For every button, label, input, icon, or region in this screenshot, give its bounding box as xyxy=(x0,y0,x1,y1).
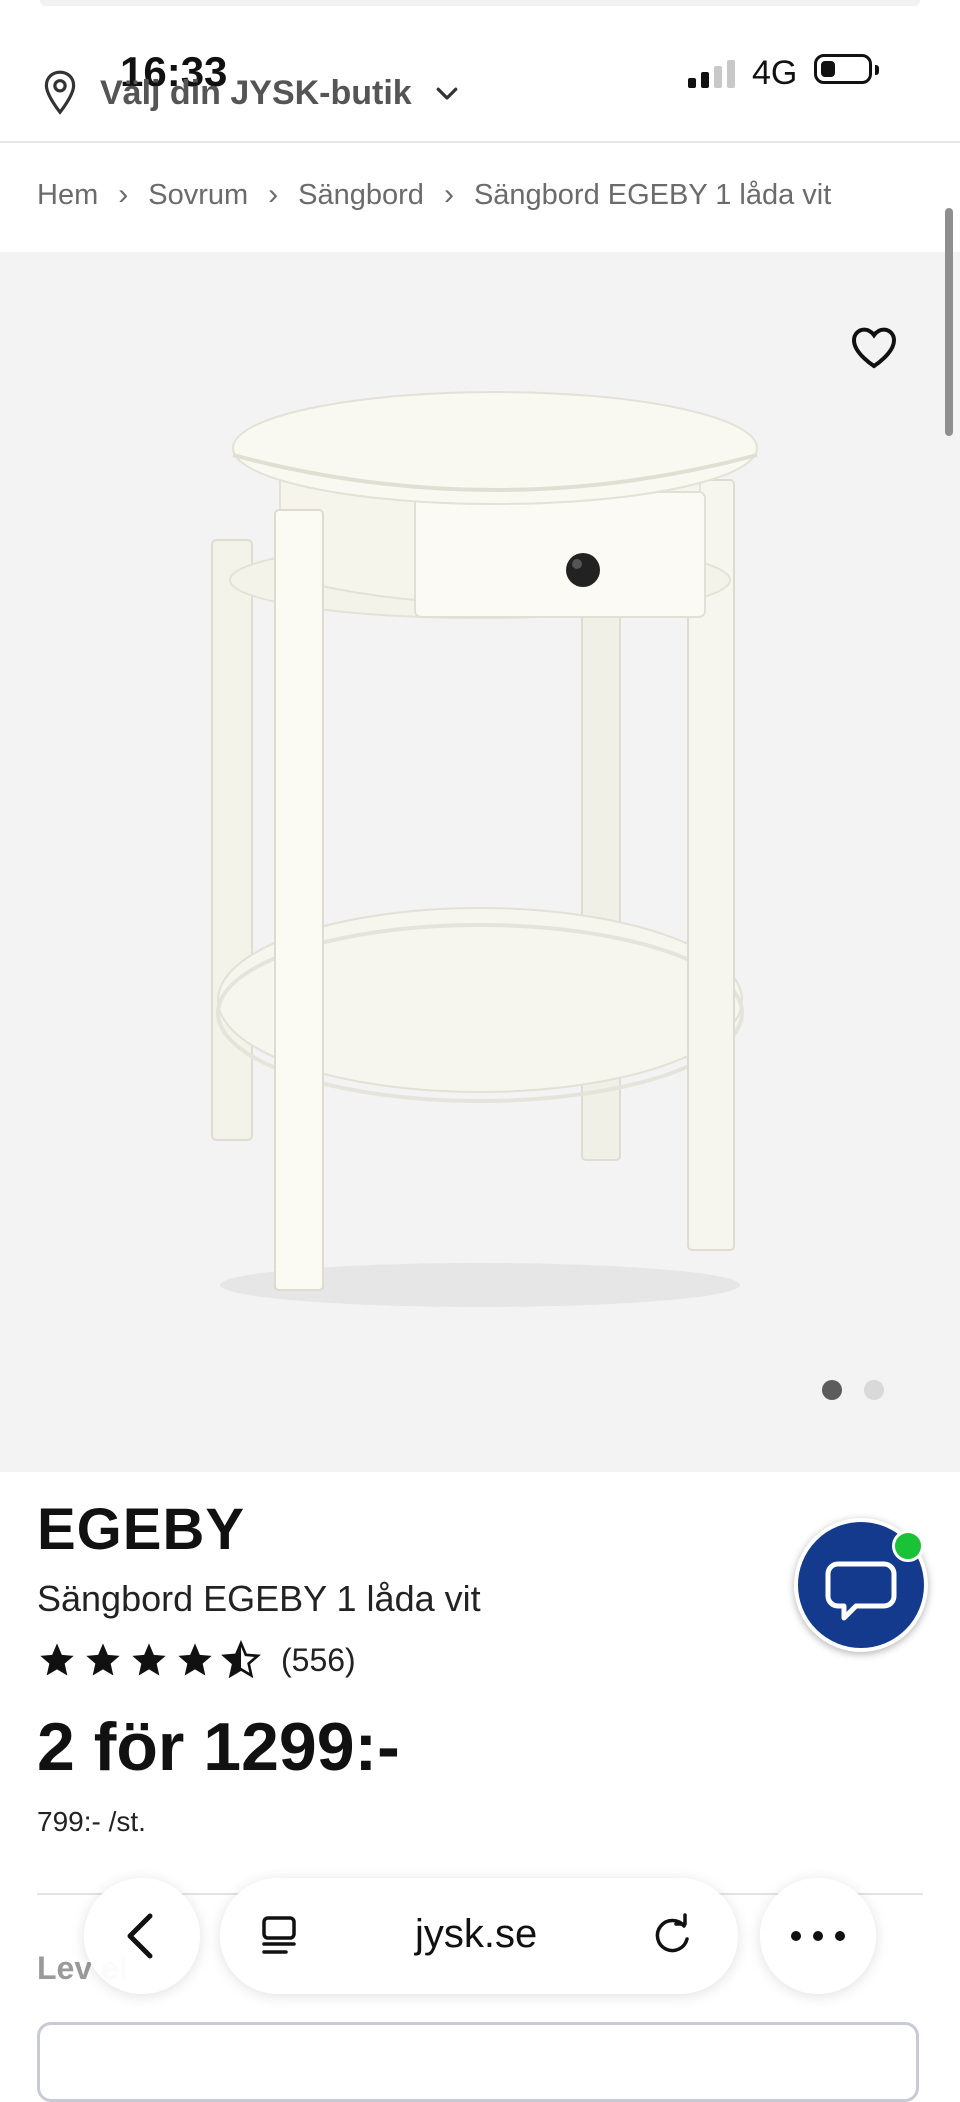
product-price: 2 för 1299:- xyxy=(37,1709,400,1785)
product-rating[interactable]: (556) xyxy=(37,1640,356,1680)
star-filled-icon xyxy=(132,1643,166,1676)
breadcrumb-separator: › xyxy=(443,178,454,211)
breadcrumb: Hem › Sovrum › Sängbord › Sängbord EGEBY… xyxy=(37,178,831,212)
browser-toolbar: jysk.se xyxy=(0,1878,960,1998)
star-filled-icon xyxy=(178,1643,212,1676)
star-half-icon xyxy=(221,1640,261,1679)
signal-icon xyxy=(688,58,735,88)
location-pin-icon xyxy=(44,70,76,115)
store-selector-label: Välj din JYSK-butik xyxy=(100,73,412,112)
breadcrumb-separator: › xyxy=(268,178,279,211)
scrollbar[interactable] xyxy=(945,208,953,436)
chat-online-indicator xyxy=(892,1530,924,1562)
breadcrumb-hem[interactable]: Hem xyxy=(37,179,98,212)
chevron-down-icon xyxy=(436,87,458,100)
reload-icon[interactable] xyxy=(642,1906,702,1966)
product-image xyxy=(211,391,758,1307)
breadcrumb-sangbord[interactable]: Sängbord xyxy=(298,179,424,212)
product-name: Sängbord EGEBY 1 låda vit xyxy=(37,1578,481,1619)
review-count[interactable]: (556) xyxy=(281,1642,356,1679)
store-selector[interactable]: Välj din JYSK-butik xyxy=(40,68,462,118)
gallery-dot-2[interactable] xyxy=(864,1380,884,1400)
breadcrumb-separator: › xyxy=(118,178,129,211)
browser-back-button[interactable] xyxy=(84,1878,200,1994)
browser-more-button[interactable] xyxy=(760,1878,876,1994)
breadcrumb-sovrum[interactable]: Sovrum xyxy=(148,179,248,212)
top-edge xyxy=(40,0,920,6)
star-filled-icon xyxy=(86,1643,120,1676)
gallery-dot-1[interactable] xyxy=(822,1380,842,1400)
tabs-icon xyxy=(262,1916,296,1954)
more-dots-icon xyxy=(791,1931,845,1941)
delivery-option-box[interactable] xyxy=(37,2022,919,2102)
unit-price: 799:- /st. xyxy=(37,1806,146,1837)
product-brand: EGEBY xyxy=(37,1497,246,1562)
star-filled-icon xyxy=(40,1643,74,1676)
browser-url-text: jysk.se xyxy=(415,1912,538,1956)
breadcrumb-current: Sängbord EGEBY 1 låda vit xyxy=(473,178,832,211)
gallery-pagination[interactable] xyxy=(822,1380,884,1400)
browser-url-bar[interactable]: jysk.se xyxy=(220,1878,738,1994)
battery-icon xyxy=(814,54,879,84)
back-chevron-icon xyxy=(127,1913,153,1959)
network-type: 4G xyxy=(752,54,798,92)
heart-outline-icon[interactable] xyxy=(850,325,898,369)
header-divider xyxy=(0,141,960,143)
